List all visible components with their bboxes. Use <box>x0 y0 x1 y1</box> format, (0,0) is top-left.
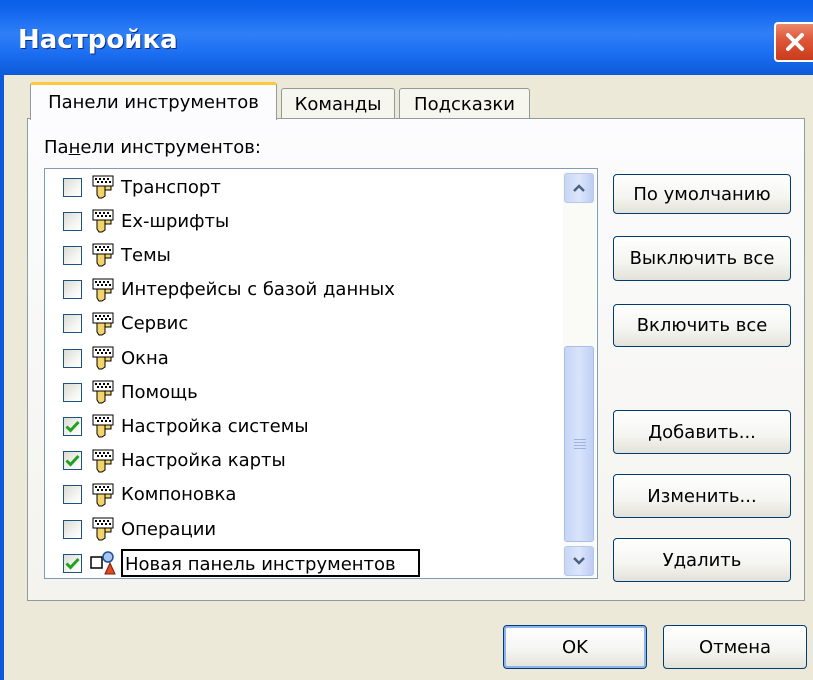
list-item[interactable]: Транспорт <box>63 172 221 202</box>
list-item-label: Темы <box>121 244 171 266</box>
button-label: Удалить <box>662 549 742 571</box>
tab-label: Команды <box>294 93 382 115</box>
list-item[interactable]: Настройка системы <box>63 411 309 441</box>
toolbar-icon <box>89 482 119 508</box>
list-item-label: Сервис <box>121 313 189 335</box>
window-frame <box>0 75 4 680</box>
checkbox[interactable] <box>63 416 82 436</box>
checkbox[interactable] <box>63 280 82 300</box>
toolbars-listbox[interactable]: Транспорт Ex-шрифты Темы Интерфейсы с ба… <box>44 168 598 579</box>
list-item[interactable]: Операции <box>63 514 216 544</box>
ok-button[interactable]: OK <box>503 625 647 669</box>
checkbox[interactable] <box>63 348 82 368</box>
list-item[interactable]: Интерфейсы с базой данных <box>63 275 395 305</box>
list-item-label: Настройка карты <box>121 450 286 472</box>
scrollbar[interactable] <box>563 171 596 577</box>
checkbox[interactable] <box>63 211 82 231</box>
list-item[interactable]: Компоновка <box>63 480 236 510</box>
toolbar-icon <box>89 174 119 200</box>
checkbox[interactable] <box>63 382 82 402</box>
button-label: Включить все <box>636 315 768 336</box>
toolbar-icon <box>89 413 119 439</box>
button-label: Выключить все <box>629 248 775 269</box>
button-label: OK <box>562 636 588 658</box>
toolbar-icon <box>89 379 119 405</box>
list-item[interactable]: Окна <box>63 343 169 373</box>
button-label: Отмена <box>698 636 772 658</box>
checkmark-icon <box>65 557 80 570</box>
chevron-down-icon <box>573 557 585 565</box>
cancel-button[interactable]: Отмена <box>663 625 807 669</box>
add-button[interactable]: Добавить... <box>613 410 791 454</box>
list-item-label: Настройка системы <box>121 415 309 437</box>
checkmark-icon <box>65 455 80 467</box>
list-item[interactable]: Новая панель инструментов <box>63 548 420 578</box>
checkbox[interactable] <box>63 451 82 471</box>
toolbar-icon <box>89 242 119 268</box>
list-item[interactable]: Настройка карты <box>63 446 286 476</box>
toolbar-icon <box>89 277 119 303</box>
toolbar-icon <box>89 448 119 474</box>
toolbars-list-label: Панели инструментов: <box>44 137 261 158</box>
scroll-down-button[interactable] <box>564 546 594 576</box>
list-item[interactable]: Ex-шрифты <box>63 206 229 236</box>
tab-label: Панели инструментов <box>48 92 259 113</box>
list-item-label: Транспорт <box>121 176 221 198</box>
new-toolbar-icon <box>89 550 119 576</box>
checkbox[interactable] <box>63 485 82 505</box>
checkbox[interactable] <box>63 314 82 334</box>
defaults-button[interactable]: По умолчанию <box>613 174 791 214</box>
checkbox[interactable] <box>63 177 82 197</box>
tab-toolbars[interactable]: Панели инструментов <box>30 82 277 120</box>
enable-all-button[interactable]: Включить все <box>613 304 791 347</box>
scroll-thumb[interactable] <box>564 346 594 542</box>
window-title: Настройка <box>18 25 178 55</box>
toolbar-icon <box>89 311 119 337</box>
edit-button[interactable]: Изменить... <box>613 474 791 518</box>
list-item-label: Компоновка <box>121 484 237 506</box>
toolbar-icon <box>89 516 119 542</box>
toolbar-icon <box>89 345 119 371</box>
tab-tooltips[interactable]: Подсказки <box>399 88 530 119</box>
disable-all-button[interactable]: Выключить все <box>613 236 791 281</box>
rename-input[interactable]: Новая панель инструментов <box>121 549 420 578</box>
checkmark-icon <box>65 420 80 433</box>
delete-button[interactable]: Удалить <box>613 538 791 582</box>
toolbar-icon <box>89 208 119 234</box>
close-icon <box>785 33 804 51</box>
title-bar[interactable]: Настройка <box>0 0 813 75</box>
list-item-label: Помощь <box>121 381 198 403</box>
chevron-up-icon <box>573 184 585 192</box>
checkbox[interactable] <box>63 245 82 265</box>
scroll-up-button[interactable] <box>564 173 594 203</box>
checkbox[interactable] <box>63 553 82 573</box>
list-item-label: Окна <box>121 347 169 369</box>
tab-label: Подсказки <box>414 93 515 115</box>
list-item[interactable]: Помощь <box>63 377 198 407</box>
close-button[interactable] <box>774 22 813 62</box>
button-label: По умолчанию <box>633 183 771 205</box>
button-label: Изменить... <box>647 485 757 507</box>
list-item-label: Операции <box>121 518 217 540</box>
list-item[interactable]: Темы <box>63 240 171 270</box>
list-item[interactable]: Сервис <box>63 309 188 339</box>
tab-commands[interactable]: Команды <box>281 88 395 119</box>
button-label: Добавить... <box>648 421 756 443</box>
list-item-label: Интерфейсы с базой данных <box>121 279 395 301</box>
checkbox[interactable] <box>63 519 82 539</box>
list-item-label: Ex-шрифты <box>121 210 230 232</box>
